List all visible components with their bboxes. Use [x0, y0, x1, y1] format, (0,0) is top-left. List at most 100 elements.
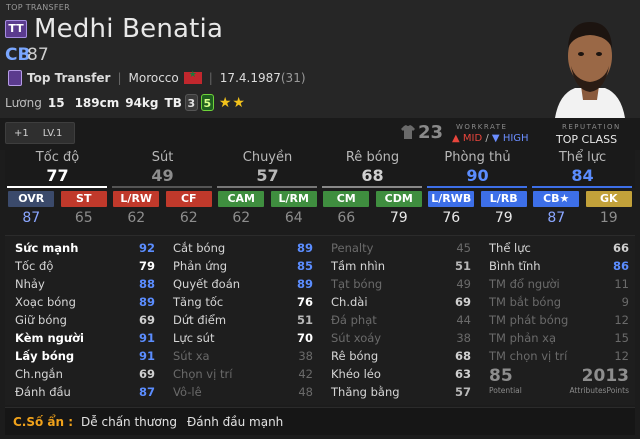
main-stat-bar [7, 186, 107, 188]
hidden-traits: C.Số ẩn : Dễ chấn thương Đánh đầu mạnh [5, 407, 635, 435]
main-stat-label: Sút [151, 150, 174, 165]
stat-label: Dứt điểm [173, 313, 227, 327]
skill-stars-icon: ★★ [218, 94, 246, 111]
stat-value: 44 [456, 313, 471, 327]
workrate-sep: / [485, 133, 489, 144]
stat-value: 51 [454, 259, 471, 273]
main-stat: Chuyền 57 [215, 150, 320, 185]
stat-value: 45 [456, 241, 471, 255]
main-stat-value: 90 [466, 166, 489, 185]
position-value: 64 [284, 210, 303, 226]
team-logo-icon [8, 70, 22, 86]
stat-value: 91 [138, 349, 155, 363]
position-cell[interactable]: L/RWB 76 [428, 191, 475, 231]
potential-value: 85 [489, 366, 513, 386]
position-value: 76 [442, 210, 461, 226]
position-cell[interactable]: L/RW 62 [113, 191, 160, 231]
stat-value: 9 [621, 295, 629, 309]
stat-label: Giữ bóng [15, 313, 67, 327]
position-name: GK [585, 191, 632, 207]
team-name[interactable]: Top Transfer [27, 71, 110, 85]
position-name: CM [323, 191, 370, 207]
level-selector[interactable]: +1 LV.1 [5, 122, 75, 144]
stat-row: Kèm người 91 [15, 329, 155, 347]
position-cell[interactable]: ST 65 [60, 191, 107, 231]
stat-row: TM phát bóng 12 [489, 311, 629, 329]
main-stat-value: 57 [256, 166, 279, 185]
height-value: 189cm [74, 95, 120, 110]
stat-value: 66 [612, 241, 629, 255]
potential-block: 85 Potential [489, 366, 522, 395]
shirt-number: 23 [418, 122, 444, 143]
stat-row: Tạt bóng 49 [331, 275, 471, 293]
stat-row: Phản ứng 85 [173, 257, 313, 275]
stat-label: Tăng tốc [173, 295, 224, 309]
body-type: TB [164, 95, 182, 110]
stat-row: Ch.dài 69 [331, 293, 471, 311]
stat-label: TM đổ người [489, 277, 560, 291]
position-cell[interactable]: CAM 62 [218, 191, 265, 231]
position-name: L/RM [270, 191, 317, 207]
trait-item[interactable]: Đánh đầu mạnh [187, 415, 283, 429]
stat-label: Sút xoáy [331, 331, 382, 345]
stat-row: Thăng bằng 57 [331, 383, 471, 401]
main-stat-bar [532, 186, 632, 188]
stat-value: 89 [138, 295, 155, 309]
nation-name[interactable]: Morocco [129, 71, 179, 85]
stat-row: Penalty 45 [331, 239, 471, 257]
position-value: 62 [179, 210, 198, 226]
position-value: 87 [547, 210, 566, 226]
position-value: 79 [494, 210, 513, 226]
player-info-line: Top Transfer | Morocco | 17.4.1987 (31) [27, 70, 306, 85]
stat-row: Lực sút 70 [173, 329, 313, 347]
stat-value: 38 [298, 349, 313, 363]
birthdate: 17.4.1987 [219, 71, 281, 85]
position-cell[interactable]: L/RM 64 [270, 191, 317, 231]
left-foot-badge: 3 [184, 94, 198, 111]
position-value: 79 [389, 210, 408, 226]
main-stat-label: Tốc độ [35, 150, 80, 165]
position-cell[interactable]: GK 19 [585, 191, 632, 231]
detailed-stats: Sức mạnh 92 Tốc độ 79 Nhảy 88 Xoạc bóng 89 Giữ b… [5, 235, 635, 405]
main-stat-value: 84 [571, 166, 594, 185]
stat-value: 69 [454, 295, 471, 309]
stat-row: Đánh đầu 87 [15, 383, 155, 401]
position-cell[interactable]: CF 62 [165, 191, 212, 231]
stat-label: TM chọn vị trí [489, 349, 568, 363]
stat-label: Kèm người [15, 331, 84, 345]
stat-label: Phản ứng [173, 259, 228, 273]
stat-value: 12 [614, 349, 629, 363]
trait-item[interactable]: Dễ chấn thương [81, 415, 177, 429]
workrate-attack: MID [462, 133, 483, 144]
stat-label: Tầm nhìn [331, 259, 385, 273]
stat-value: 38 [456, 331, 471, 345]
position-cell[interactable]: CB★ 87 [533, 191, 580, 231]
position-cell[interactable]: CM 66 [323, 191, 370, 231]
stat-value: 12 [614, 313, 629, 327]
position-cell[interactable]: OVR 87 [8, 191, 55, 231]
position-cell[interactable]: L/RB 79 [480, 191, 527, 231]
stat-label: Sút xa [173, 349, 210, 363]
stat-value: 57 [454, 385, 471, 399]
stat-value: 68 [454, 349, 471, 363]
detail-col-1: Sức mạnh 92 Tốc độ 79 Nhảy 88 Xoạc bóng 89 Giữ b… [15, 239, 155, 401]
position-cell[interactable]: CDM 79 [375, 191, 422, 231]
main-stat: Sút 49 [110, 150, 215, 185]
stat-label: Cắt bóng [173, 241, 226, 255]
stat-value: 69 [138, 367, 155, 381]
stat-value: 89 [296, 277, 313, 291]
main-stat-label: Rê bóng [345, 150, 400, 165]
main-stats-row: Tốc độ 77 Sút 49 Chuyền 57 Rê bóng 68 Ph… [5, 150, 635, 188]
stat-label: Penalty [331, 241, 374, 255]
stat-label: Ch.dài [331, 295, 368, 309]
detail-col-3: Penalty 45 Tầm nhìn 51 Tạt bóng 49 Ch.dài 69 Đá … [331, 239, 471, 401]
season-badge: TT [5, 20, 27, 38]
stat-value: 89 [296, 241, 313, 255]
reputation-title: REPUTATION [562, 123, 621, 131]
stat-label: Bình tĩnh [489, 259, 541, 273]
stat-label: TM phát bóng [489, 313, 569, 327]
position-value: 62 [127, 210, 146, 226]
stat-row: TM đổ người 11 [489, 275, 629, 293]
separator: | [117, 71, 122, 85]
position-value: 62 [232, 210, 251, 226]
